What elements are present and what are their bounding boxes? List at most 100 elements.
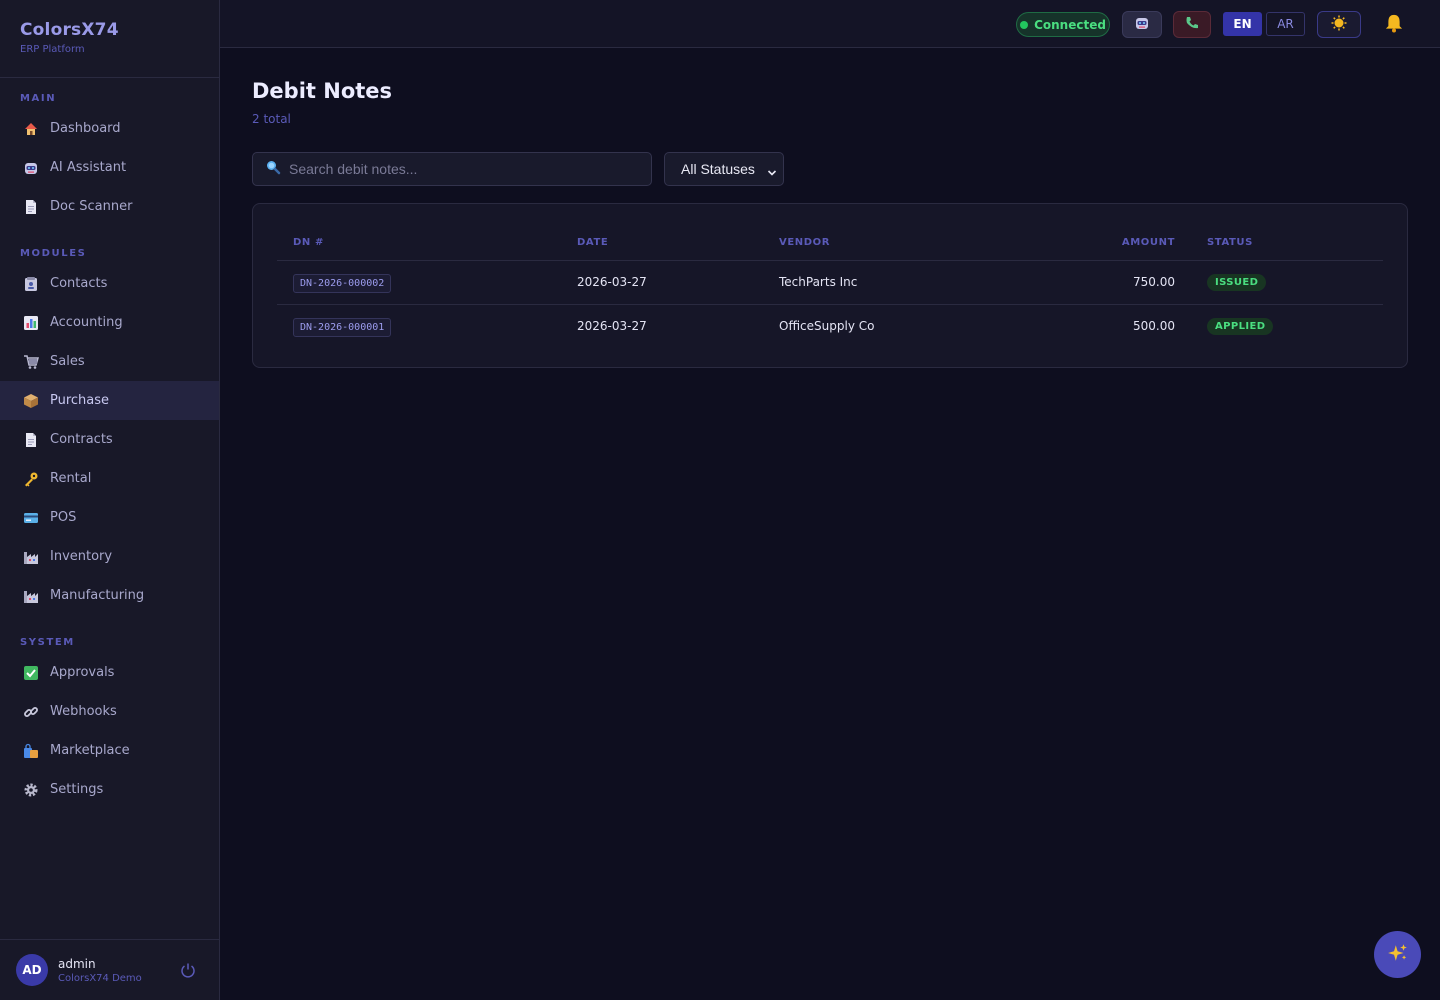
status-badge: APPLIED	[1207, 318, 1274, 335]
contacts-icon	[22, 275, 40, 293]
sidebar-item-contracts[interactable]: Contracts	[0, 420, 219, 459]
topbar: Connected EN AR	[220, 0, 1440, 48]
sidebar-item-sales[interactable]: Sales	[0, 342, 219, 381]
sidebar-item-label: Rental	[50, 471, 92, 486]
sidebar-item-inventory[interactable]: Inventory	[0, 537, 219, 576]
date-cell: 2026-03-27	[577, 319, 647, 333]
avatar[interactable]: AD	[16, 954, 48, 986]
dn-number[interactable]: DN-2026-000001	[293, 318, 392, 337]
search-icon	[265, 159, 281, 179]
factory-icon	[22, 587, 40, 605]
sidebar-item-purchase[interactable]: Purchase	[0, 381, 219, 420]
amount-cell: 500.00	[1133, 319, 1175, 333]
sidebar-item-label: Contracts	[50, 432, 113, 447]
sidebar-item-contacts[interactable]: Contacts	[0, 264, 219, 303]
sidebar-item-approvals[interactable]: Approvals	[0, 653, 219, 692]
sidebar-item-label: AI Assistant	[50, 160, 127, 175]
page-title: Debit Notes	[252, 79, 393, 103]
user-org: ColorsX74 Demo	[58, 972, 142, 984]
lang-ar-button[interactable]: AR	[1266, 12, 1305, 36]
section-label-modules: MODULES	[20, 248, 87, 259]
brand-subtitle: ERP Platform	[20, 44, 85, 55]
sidebar-item-label: Marketplace	[50, 743, 130, 758]
record-count: 2 total	[252, 112, 291, 126]
phone-button[interactable]	[1173, 11, 1211, 38]
sidebar-item-label: Settings	[50, 782, 104, 797]
gear-icon	[22, 781, 40, 799]
robot-icon	[1134, 15, 1150, 35]
sidebar-item-label: POS	[50, 510, 77, 525]
user-name: admin	[58, 956, 96, 971]
sidebar-item-label: Manufacturing	[50, 588, 145, 603]
sidebar-item-settings[interactable]: Settings	[0, 770, 219, 809]
section-label-system: SYSTEM	[20, 637, 75, 648]
sidebar-item-pos[interactable]: POS	[0, 498, 219, 537]
factory-icon	[22, 548, 40, 566]
link-icon	[22, 703, 40, 721]
chevron-down-icon	[767, 165, 777, 176]
chart-icon	[22, 314, 40, 332]
dn-number[interactable]: DN-2026-000002	[293, 274, 392, 293]
bell-icon	[1384, 13, 1404, 37]
robot-icon	[22, 159, 40, 177]
sidebar: ColorsX74 ERP Platform MAIN Dashboard AI…	[0, 0, 220, 1000]
sun-icon	[1331, 15, 1347, 35]
document-icon	[22, 198, 40, 216]
sidebar-item-dashboard[interactable]: Dashboard	[0, 109, 219, 148]
column-header-status: STATUS	[1207, 237, 1253, 248]
sidebar-item-label: Accounting	[50, 315, 123, 330]
sparkles-icon	[1387, 942, 1409, 968]
status-filter-select[interactable]: All Statuses	[664, 152, 784, 186]
sidebar-item-marketplace[interactable]: Marketplace	[0, 731, 219, 770]
column-header-amount: AMOUNT	[1121, 237, 1175, 248]
connection-label: Connected	[1034, 17, 1106, 32]
brand: ColorsX74 ERP Platform	[0, 0, 219, 78]
vendor-cell: OfficeSupply Co	[779, 319, 875, 333]
amount-cell: 750.00	[1133, 275, 1175, 289]
row-divider	[277, 304, 1383, 305]
sidebar-item-label: Webhooks	[50, 704, 117, 719]
status-dot-icon	[1020, 20, 1029, 29]
power-icon[interactable]	[179, 961, 197, 979]
cart-icon	[22, 353, 40, 371]
sidebar-item-label: Doc Scanner	[50, 199, 133, 214]
status-filter-value: All Statuses	[681, 161, 755, 177]
shopping-bags-icon	[22, 742, 40, 760]
lang-en-button[interactable]: EN	[1223, 12, 1262, 36]
ai-assistant-button[interactable]	[1122, 11, 1162, 38]
sidebar-item-label: Sales	[50, 354, 85, 369]
search-input[interactable]	[289, 161, 629, 177]
check-icon	[22, 664, 40, 682]
status-badge: ISSUED	[1207, 274, 1267, 291]
header-divider	[277, 260, 1383, 261]
sidebar-item-label: Contacts	[50, 276, 108, 291]
connection-status: Connected	[1016, 12, 1110, 37]
debit-notes-table: DN # DATE VENDOR AMOUNT STATUS DN-2026-0…	[252, 203, 1408, 368]
sidebar-item-label: Inventory	[50, 549, 113, 564]
notifications-button[interactable]	[1382, 11, 1406, 38]
document-icon	[22, 431, 40, 449]
brand-title: ColorsX74	[20, 20, 119, 40]
sidebar-item-accounting[interactable]: Accounting	[0, 303, 219, 342]
sidebar-item-doc-scanner[interactable]: Doc Scanner	[0, 187, 219, 226]
house-icon	[22, 120, 40, 138]
search-box	[252, 152, 652, 186]
package-icon	[22, 392, 40, 410]
sidebar-item-ai-assistant[interactable]: AI Assistant	[0, 148, 219, 187]
ai-sparkle-button[interactable]	[1374, 931, 1421, 978]
vendor-cell: TechParts Inc	[779, 275, 858, 289]
sidebar-item-rental[interactable]: Rental	[0, 459, 219, 498]
card-icon	[22, 509, 40, 527]
phone-icon	[1184, 15, 1200, 35]
column-header-date: DATE	[577, 237, 609, 248]
user-panel: AD admin ColorsX74 Demo	[0, 939, 219, 1000]
sidebar-item-label: Approvals	[50, 665, 115, 680]
sidebar-item-label: Purchase	[50, 393, 110, 408]
date-cell: 2026-03-27	[577, 275, 647, 289]
sidebar-item-manufacturing[interactable]: Manufacturing	[0, 576, 219, 615]
column-header-vendor: VENDOR	[779, 237, 831, 248]
sidebar-item-label: Dashboard	[50, 121, 121, 136]
theme-toggle-button[interactable]	[1317, 11, 1361, 38]
sidebar-item-webhooks[interactable]: Webhooks	[0, 692, 219, 731]
key-icon	[22, 470, 40, 488]
